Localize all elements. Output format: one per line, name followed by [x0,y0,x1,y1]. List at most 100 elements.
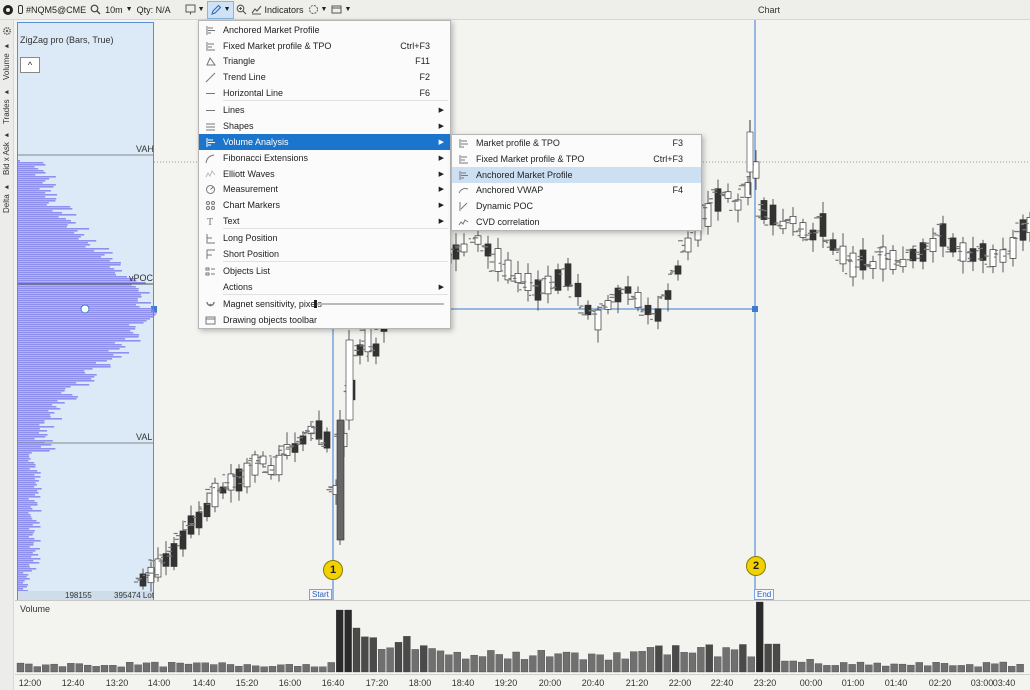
candle-body [170,543,178,567]
footprint-tick [893,263,897,265]
volume-bar [756,601,764,673]
footprint-tick [776,224,780,226]
drawing-tools-button[interactable]: ▼ [206,0,234,19]
footprint-tick [200,511,203,513]
footprint-tick [797,234,800,237]
zoom-icon[interactable] [234,1,249,19]
tab-trades[interactable]: Trades ▸ [0,86,14,126]
menu-item-text[interactable]: T Text ▶ [199,213,450,229]
anchored-profile-panel [17,22,154,600]
volume-bar [243,664,251,673]
chart-title: Chart [758,5,781,15]
candle-body [323,431,331,449]
menu-item-elliott-waves[interactable]: Elliott Waves ▶ [199,166,450,182]
footprint-tick [835,259,839,261]
menu-item-lines[interactable]: Lines ▶ [199,102,450,118]
volume-bar [159,666,167,673]
menu-item-measurement[interactable]: Measurement ▶ [199,181,450,197]
volume-bar [369,637,377,673]
footprint-tick [1003,248,1007,250]
spike-candle [746,131,754,173]
menu-item-triangle[interactable]: Triangle F11 [199,53,450,69]
symbol-selector[interactable]: #NQM5@CME [16,1,88,19]
menu-item-fibonacci-extensions[interactable]: Fibonacci Extensions ▶ [199,150,450,166]
menu-item-anchored-vwap[interactable]: Anchored VWAP F4 [452,182,701,198]
magnet-slider[interactable] [314,300,444,308]
menu-item-dynamic-poc[interactable]: Dynamic POC [452,198,701,214]
end-marker-badge[interactable]: 2 [746,556,766,576]
price-chart[interactable]: ZigZag pro (Bars, True) ^ VAH vPOC VAL 1… [15,20,1030,600]
menu-item-long-position[interactable]: Long Position [199,230,450,246]
volume-bar [50,663,58,673]
menu-item-anchored-market-profile[interactable]: Anchored Market Profile [452,167,701,183]
chart-type-button[interactable]: ▼ [183,1,207,19]
footprint-tick [247,462,251,464]
volume-bar [848,664,856,673]
chevron-down-icon: ▼ [344,6,352,13]
footprint-tick [682,250,685,252]
search-icon[interactable] [88,1,103,19]
menu-item-short-position[interactable]: Short Position [199,246,450,262]
chevron-down-icon: ▼ [320,6,328,13]
volume-bar [487,650,495,673]
footprint-tick [721,191,727,193]
submenu-arrow-icon: ▶ [438,186,444,193]
footprint-tick [166,550,173,552]
volume-bar [630,651,638,673]
footprint-tick [361,340,365,342]
candle-body [195,511,203,529]
menu-item-anchored-market-profile[interactable]: Anchored Market Profile [199,22,450,38]
footprint-tick [867,266,871,268]
footprint-tick [955,246,961,248]
menu-item-magnet-sensitivity-pixels[interactable]: Magnet sensitivity, pixels [199,296,450,312]
footprint-tick [502,263,505,265]
collapse-button[interactable]: ^ [20,57,40,73]
menu-item-fixed-market-profile-tpo[interactable]: Fixed Market profile & TPO Ctrl+F3 [452,151,701,167]
menu-item-volume-analysis[interactable]: Volume Analysis ▶ [199,134,450,150]
timeframe-selector[interactable]: 10m ▼ [103,1,134,19]
footprint-tick [670,269,673,272]
footprint-tick [925,245,929,247]
candle-body [243,462,251,488]
menu-item-shapes[interactable]: Shapes ▶ [199,118,450,134]
volume-bar [974,666,982,673]
indicators-button[interactable]: Indicators [249,1,306,19]
tab-delta[interactable]: Delta ▸ [0,180,14,216]
magnet-slider-handle[interactable] [314,300,317,308]
start-marker-badge[interactable]: 1 [323,560,343,580]
footprint-tick [956,247,961,250]
footprint-tick [807,232,812,234]
menu-item-market-profile-tpo[interactable]: Market profile & TPO F3 [452,135,701,151]
footprint-tick [254,462,261,464]
time-tick: 12:40 [61,678,85,688]
menu-item-chart-markers[interactable]: Chart Markers ▶ [199,197,450,213]
window-layout-button[interactable]: ▼ [329,1,353,19]
footprint-tick [353,355,358,357]
menu-item-objects-list[interactable]: Objects List [199,263,450,279]
footprint-tick [611,301,615,303]
volume-bar [537,650,545,673]
tab-volume[interactable]: Volume ▸ [0,40,14,82]
candle-body [654,308,662,322]
menu-item-fixed-market-profile-tpo[interactable]: Fixed Market profile & TPO Ctrl+F3 [199,38,450,54]
candle-footprint [205,486,213,505]
menu-item-actions[interactable]: Actions ▶ [199,279,450,295]
menu-item-horizontal-line[interactable]: Horizontal Line F6 [199,85,450,101]
footprint-tick [320,442,326,444]
footprint-tick [209,486,212,488]
volume-bar [579,659,587,673]
menu-item-trend-line[interactable]: Trend Line F2 [199,69,450,85]
templates-button[interactable]: ▼ [306,1,330,19]
candle-body [752,161,760,179]
settings-gear-icon[interactable] [2,26,12,36]
footprint-tick [977,247,983,250]
menu-item-shortcut: F3 [672,138,683,148]
footprint-tick [877,254,882,256]
menu-item-drawing-objects-toolbar[interactable]: Drawing objects toolbar [199,312,450,328]
menu-item-cvd-correlation[interactable]: CVD correlation [452,214,701,230]
qty-field[interactable]: Qty: N/A [135,1,173,19]
tab-bid-ask[interactable]: Bid x Ask ▸ [0,130,14,176]
volume-bar [890,663,898,673]
candle-body [203,502,211,518]
footprint-tick [472,238,476,240]
